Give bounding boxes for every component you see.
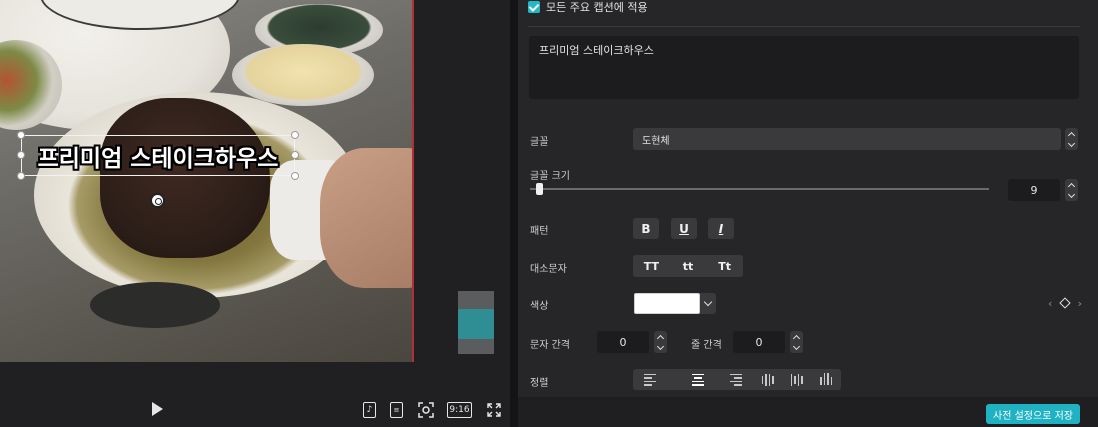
apply-all-row[interactable]: 모든 주요 캡션에 적용 <box>528 0 648 14</box>
resize-handle-bottom-left[interactable] <box>17 172 25 180</box>
play-icon[interactable] <box>152 402 163 416</box>
case-upper-button[interactable]: TT <box>633 260 670 273</box>
keyframe-nav: ‹ › <box>1048 296 1082 310</box>
case-title-button[interactable]: Tt <box>706 260 743 273</box>
case-button-group: TT tt Tt <box>633 255 743 277</box>
letter-spacing-input[interactable]: 0 <box>597 331 649 353</box>
caption-text-overlay[interactable]: 프리미엄 스테이크하우스 <box>22 136 294 175</box>
zoom-fit-icon[interactable] <box>417 402 435 418</box>
color-label: 색상 <box>530 301 549 312</box>
font-label: 글꼴 <box>530 137 549 148</box>
case-lower-button[interactable]: tt <box>670 260 707 273</box>
canvas-ratio-thumbnail[interactable] <box>458 291 494 354</box>
letter-spacing-stepper[interactable] <box>654 331 667 353</box>
underline-icon: U <box>679 221 689 236</box>
case-label: 대소문자 <box>530 264 567 275</box>
align-label: 정렬 <box>530 378 549 389</box>
safe-area-icon[interactable]: ≡ <box>390 402 403 418</box>
next-keyframe-icon[interactable]: › <box>1078 297 1082 310</box>
steak <box>100 98 270 258</box>
font-size-stepper[interactable] <box>1065 179 1078 201</box>
bold-button[interactable]: B <box>633 218 659 239</box>
rotate-icon[interactable] <box>150 193 165 208</box>
font-select[interactable]: 도현체 <box>633 128 1061 150</box>
color-swatch[interactable] <box>634 293 700 314</box>
font-size-slider-track[interactable] <box>530 188 989 190</box>
align-bottom-icon[interactable] <box>812 369 841 390</box>
tiktok-icon[interactable]: ♪ <box>363 402 376 418</box>
font-size-input[interactable]: 9 <box>1008 179 1060 201</box>
resize-handle-right[interactable] <box>291 151 299 159</box>
hand <box>320 148 414 288</box>
align-center-icon[interactable] <box>683 369 712 390</box>
video-frame[interactable]: 프리미엄 스테이크하우스 <box>0 0 414 362</box>
bowl-mash <box>232 44 374 106</box>
align-middle-icon[interactable] <box>782 369 811 390</box>
line-spacing-label: 줄 간격 <box>691 340 722 351</box>
chevron-down-icon[interactable] <box>700 293 716 314</box>
preview-pane: 프리미엄 스테이크하우스 ♪ ≡ 9:16 <box>0 0 510 427</box>
text-properties-panel: 모든 주요 캡션에 적용 프리미엄 스테이크하우스 글꼴 도현체 글꼴 크기 9… <box>518 0 1098 427</box>
apply-all-label: 모든 주요 캡션에 적용 <box>546 1 648 14</box>
apply-all-checkbox[interactable] <box>528 1 540 13</box>
bold-icon: B <box>641 221 651 236</box>
align-left-icon[interactable] <box>633 369 683 390</box>
resize-handle-bottom-right[interactable] <box>291 172 299 180</box>
keyframe-diamond-icon[interactable] <box>1059 297 1071 309</box>
pattern-label: 패턴 <box>530 226 549 237</box>
letter-spacing-label: 문자 간격 <box>530 340 570 351</box>
line-spacing-stepper[interactable] <box>790 331 803 353</box>
pane-divider[interactable] <box>510 0 518 427</box>
fullscreen-icon[interactable] <box>486 402 502 418</box>
italic-icon: I <box>718 221 724 236</box>
aspect-ratio-label: 9:16 <box>449 405 470 415</box>
resize-handle-left[interactable] <box>17 151 25 159</box>
panel-footer: 사전 설정으로 저장 <box>518 397 1098 427</box>
prev-keyframe-icon[interactable]: ‹ <box>1048 297 1052 310</box>
font-size-label: 글꼴 크기 <box>530 171 570 182</box>
player-controls: ♪ ≡ 9:16 <box>0 392 510 427</box>
font-select-stepper[interactable] <box>1065 128 1078 150</box>
resize-handle-top-right[interactable] <box>291 131 299 139</box>
line-spacing-input[interactable]: 0 <box>733 331 785 353</box>
resize-handle-top-left[interactable] <box>17 131 25 139</box>
save-preset-button[interactable]: 사전 설정으로 저장 <box>986 404 1080 424</box>
align-top-icon[interactable] <box>753 369 782 390</box>
divider-line <box>528 26 1080 27</box>
italic-button[interactable]: I <box>708 218 734 239</box>
aspect-ratio-button[interactable]: 9:16 <box>447 402 472 418</box>
plate-base <box>90 282 220 328</box>
underline-button[interactable]: U <box>671 218 697 239</box>
align-button-group <box>633 369 841 390</box>
align-right-icon[interactable] <box>713 369 753 390</box>
caption-text-input[interactable]: 프리미엄 스테이크하우스 <box>529 36 1079 99</box>
caption-selection-box[interactable]: 프리미엄 스테이크하우스 <box>17 131 299 180</box>
font-size-slider-thumb[interactable] <box>536 183 543 195</box>
